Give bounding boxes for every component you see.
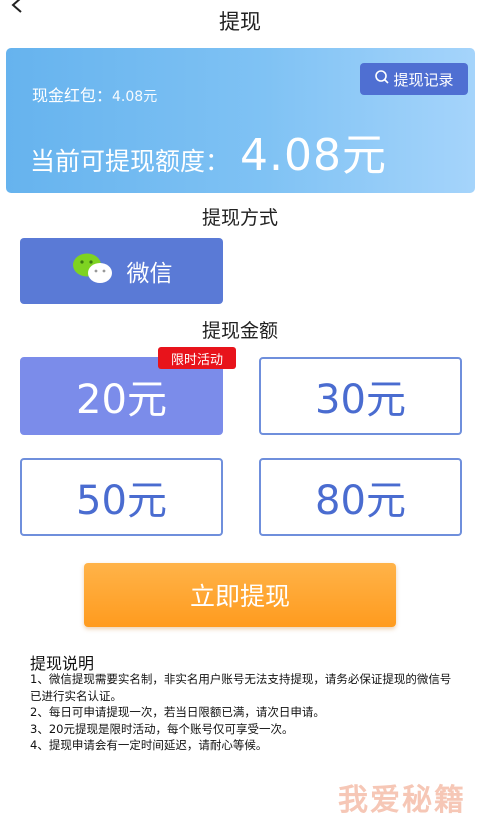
note-item: 4、提现申请会有一定时间延迟，请耐心等候。 <box>30 738 268 752</box>
available-amount-line: 当前可提现额度： 4.08元 <box>30 119 387 183</box>
amount-title: 提现金额 <box>201 320 278 342</box>
method-title: 提现方式 <box>201 207 278 229</box>
withdraw-now-button[interactable]: 立即提现 <box>84 563 396 627</box>
withdraw-record-button[interactable]: 提现记录 <box>360 63 468 95</box>
note-item: 1、微信提现需要实名制，非实名用户账号无法支持提现，请务必保证提现的微信号已进行… <box>30 672 452 703</box>
amount-option-30[interactable]: 30元 <box>259 357 462 435</box>
note-item: 3、20元提现是限时活动，每个账号仅可享受一次。 <box>30 721 294 736</box>
note-item: 2、每日可申请提现一次，若当日限额已满，请次日申请。 <box>30 705 325 719</box>
limited-time-badge: 限时活动 <box>158 347 236 369</box>
amount-option-50[interactable]: 50元 <box>20 458 223 536</box>
search-icon <box>374 69 390 89</box>
wechat-icon <box>71 251 115 291</box>
cash-value: 4.08元 <box>112 89 158 105</box>
wechat-label: 微信 <box>126 261 173 287</box>
watermark: 我爱秘籍 <box>338 783 466 818</box>
cash-redpacket-line: 现金红包：4.08元 <box>32 82 157 106</box>
record-button-label: 提现记录 <box>393 70 454 89</box>
available-label: 当前可提现额度： <box>30 147 231 176</box>
wechat-method-button[interactable]: 微信 <box>20 238 223 304</box>
amount-option-80[interactable]: 80元 <box>259 458 462 536</box>
page-title: 提现 <box>219 10 261 34</box>
notes-list: 1、微信提现需要实名制，非实名用户账号无法支持提现，请务必保证提现的微信号已进行… <box>30 671 460 754</box>
cash-label: 现金红包： <box>32 86 113 105</box>
available-amount: 4.08元 <box>240 130 387 181</box>
